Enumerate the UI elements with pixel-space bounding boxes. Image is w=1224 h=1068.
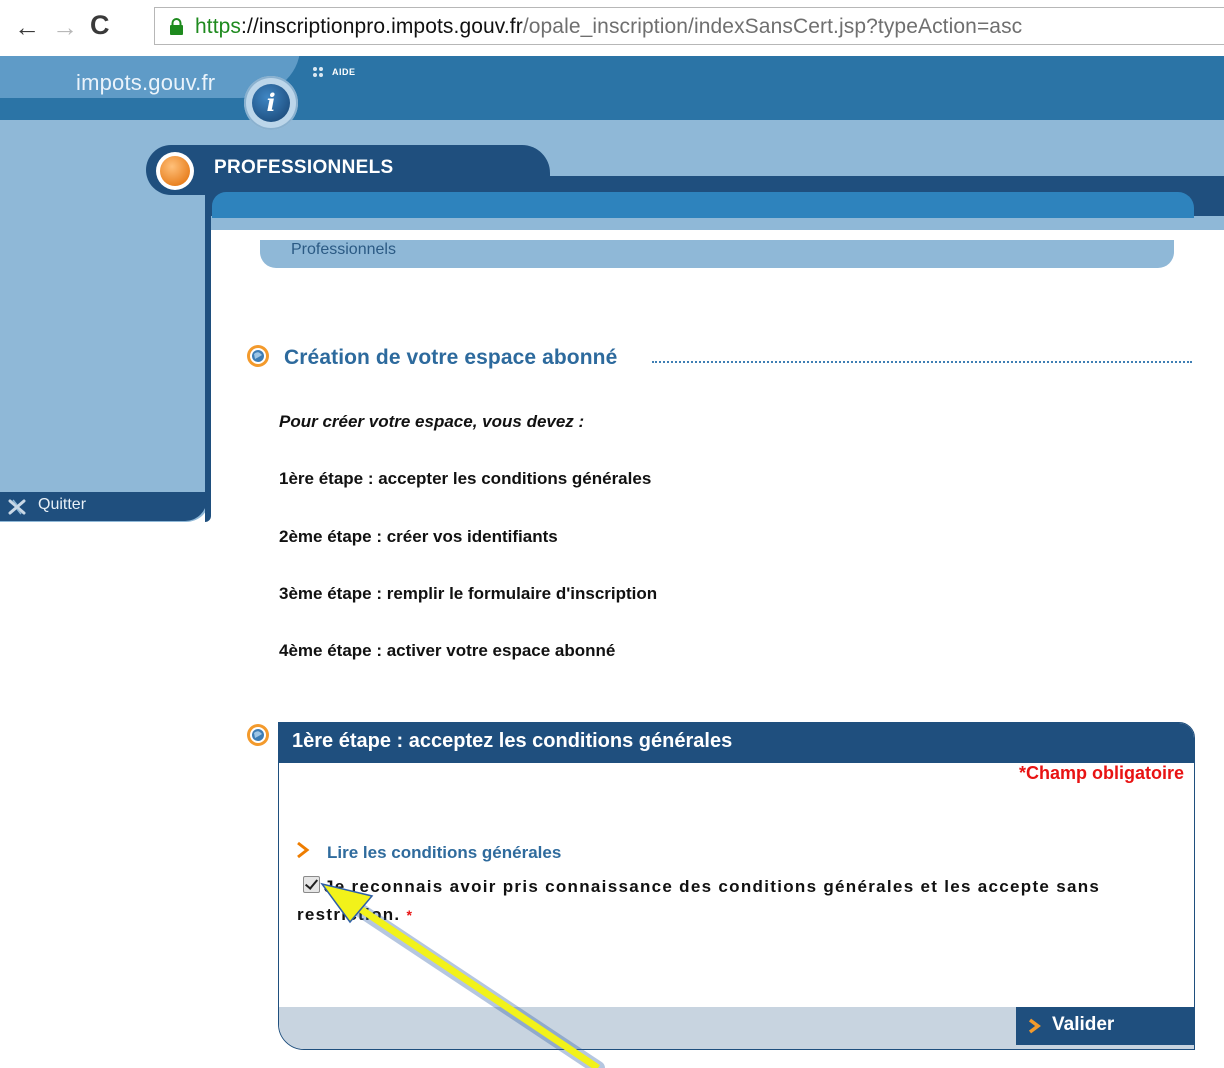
quit-label: Quitter xyxy=(38,496,87,513)
sidebar-edge xyxy=(205,160,211,522)
step-item-3: 3ème étape : remplir le formulaire d'ins… xyxy=(279,584,658,603)
panel-bullet-icon xyxy=(247,724,269,746)
chevron-right-icon xyxy=(1028,1018,1041,1034)
section-tab-label: PROFESSIONNELS xyxy=(214,157,394,178)
browser-toolbar: ← → C https://inscriptionpro.impots.gouv… xyxy=(0,0,1224,56)
step-item-4: 4ème étape : activer votre espace abonné xyxy=(279,641,616,660)
help-label: AIDE xyxy=(332,67,356,77)
site-logo-icon[interactable]: i xyxy=(244,76,298,130)
terms-panel-footer: Valider xyxy=(279,1007,1194,1049)
url-path: /opale_inscription/indexSansCert.jsp?typ… xyxy=(522,15,1023,38)
page-title: Création de votre espace abonné xyxy=(284,346,618,369)
step-item-2: 2ème étape : créer vos identifiants xyxy=(279,527,558,546)
section-bullet-icon xyxy=(247,345,269,367)
title-dotted-rule xyxy=(652,361,1192,363)
validate-label: Valider xyxy=(1052,1014,1115,1035)
section-medal-icon xyxy=(156,152,194,190)
breadcrumb: Professionnels xyxy=(260,240,1174,268)
url-separator: :// xyxy=(241,15,259,38)
read-conditions-link[interactable]: Lire les conditions générales xyxy=(327,843,561,863)
accept-terms-label[interactable]: Je reconnais avoir pris connaissance des… xyxy=(297,877,1100,924)
section-tab-corner xyxy=(490,145,550,176)
chevron-right-icon xyxy=(297,841,310,859)
validate-button[interactable]: Valider xyxy=(1016,1007,1194,1045)
required-field-note: *Champ obligatoire xyxy=(1018,763,1184,783)
breadcrumb-item-professionnels[interactable]: Professionnels xyxy=(291,241,396,259)
intro-text: Pour créer votre espace, vous devez : xyxy=(279,412,585,431)
address-bar[interactable]: https://inscriptionpro.impots.gouv.fr/op… xyxy=(154,7,1224,45)
accept-terms-checkbox[interactable] xyxy=(303,876,320,893)
quit-button[interactable]: Quitter xyxy=(0,492,207,521)
left-sidebar xyxy=(0,230,210,522)
accept-terms-row: Je reconnais avoir pris connaissance des… xyxy=(297,873,1177,929)
url-text: https://inscriptionpro.impots.gouv.fr/op… xyxy=(195,16,1022,38)
required-star: * xyxy=(406,907,414,923)
quit-icon xyxy=(8,499,26,515)
sub-band xyxy=(212,192,1194,218)
terms-panel-title: 1ère étape : acceptez les conditions gén… xyxy=(292,730,733,752)
step-item-1: 1ère étape : accepter les conditions gén… xyxy=(279,469,652,488)
reload-button[interactable]: C xyxy=(90,12,110,39)
url-host: inscriptionpro.impots.gouv.fr xyxy=(258,15,523,38)
site-logo-text[interactable]: impots.gouv.fr xyxy=(76,70,215,96)
info-icon: i xyxy=(252,84,290,122)
back-button[interactable]: ← xyxy=(14,14,40,40)
orange-bullet-icon xyxy=(160,156,190,186)
site-header: impots.gouv.fr i AIDE PROFESSIONNELS xyxy=(0,56,1224,230)
url-scheme: https xyxy=(195,15,242,38)
terms-panel: 1ère étape : acceptez les conditions gén… xyxy=(278,722,1195,1050)
dots-icon xyxy=(313,67,323,77)
terms-panel-header: 1ère étape : acceptez les conditions gén… xyxy=(279,723,1194,763)
forward-button[interactable]: → xyxy=(52,14,78,40)
lock-icon xyxy=(170,18,183,35)
